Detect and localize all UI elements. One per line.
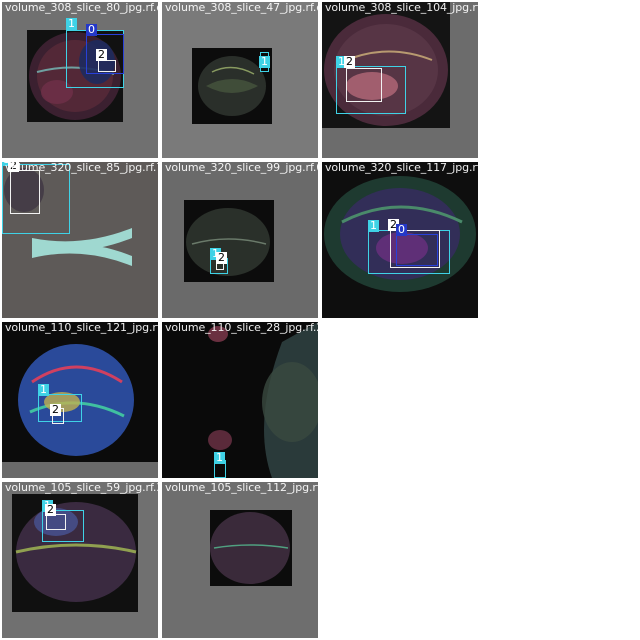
mri-image bbox=[210, 510, 292, 586]
bbox-label: 1 bbox=[368, 219, 379, 232]
mri-image bbox=[12, 494, 138, 612]
image-caption: volume_320_slice_117_jpg.rf.c84df925f8e0… bbox=[325, 162, 478, 174]
mri-image bbox=[184, 200, 274, 282]
bbox-label: 1 bbox=[214, 451, 225, 464]
bbox-label: 1 bbox=[38, 383, 49, 396]
thumbnail-tile[interactable]: 1 2 volume_320_slice_99_jpg.rf.03a4f6479… bbox=[162, 162, 318, 318]
bbox-2 bbox=[10, 170, 40, 214]
mri-image bbox=[192, 48, 272, 124]
image-caption: volume_308_slice_104_jpg.rf.38b5b601c0da bbox=[325, 2, 478, 14]
bbox-0 bbox=[396, 234, 438, 266]
bbox-label: 1 bbox=[259, 55, 270, 68]
bbox-label: 2 bbox=[344, 55, 355, 68]
image-caption: volume_105_slice_59_jpg.rf.3aff683b7490 bbox=[5, 482, 158, 494]
mri-image bbox=[208, 322, 318, 478]
image-caption: volume_320_slice_99_jpg.rf.03a4f64795980 bbox=[165, 162, 318, 174]
thumbnail-tile[interactable]: 1 volume_308_slice_47_jpg.rf.c0d4a2925a9… bbox=[162, 2, 318, 158]
bbox-label: 2 bbox=[96, 48, 107, 61]
thumbnail-tile[interactable]: 1 2 volume_110_slice_121_jpg.rf.04904743… bbox=[2, 322, 158, 478]
bbox-label: 1 bbox=[66, 17, 77, 30]
bbox-2 bbox=[98, 60, 116, 72]
bbox-label: 2 bbox=[216, 251, 227, 264]
image-caption: volume_110_slice_121_jpg.rf.04904743a809 bbox=[5, 322, 158, 334]
bbox-label: 0 bbox=[86, 23, 97, 36]
bbox-label: 2 bbox=[50, 403, 61, 416]
thumbnail-tile[interactable]: 1 2 volume_105_slice_59_jpg.rf.3aff683b7… bbox=[2, 482, 158, 638]
bbox-2 bbox=[346, 68, 382, 102]
image-caption: volume_105_slice_112_jpg.rf.ce913e53e60a bbox=[165, 482, 318, 494]
image-caption: volume_110_slice_28_jpg.rf.2a99892628f16… bbox=[165, 322, 318, 334]
thumbnail-tile[interactable]: 1 volume_110_slice_28_jpg.rf.2a99892628f… bbox=[162, 322, 318, 478]
thumbnail-tile[interactable]: 1 2 volume_308_slice_104_jpg.rf.38b5b601… bbox=[322, 2, 478, 158]
thumbnail-tile[interactable]: 1 0 2 volume_308_slice_80_jpg.rf.c0d9bb5… bbox=[2, 2, 158, 158]
thumbnail-tile[interactable]: 1 2 0 volume_320_slice_117_jpg.rf.c84df9… bbox=[322, 162, 478, 318]
bbox-2 bbox=[46, 514, 66, 530]
thumbnail-tile[interactable]: volume_105_slice_112_jpg.rf.ce913e53e60a bbox=[162, 482, 318, 638]
thumbnail-tile[interactable]: 1 2 volume_320_slice_85_jpg.rf.78692e290… bbox=[2, 162, 158, 318]
image-caption: volume_320_slice_85_jpg.rf.78692e290574 bbox=[5, 162, 158, 174]
bbox-label: 2 bbox=[45, 503, 56, 516]
image-caption: volume_308_slice_80_jpg.rf.c0d9bb5081520 bbox=[5, 2, 158, 14]
image-caption: volume_308_slice_47_jpg.rf.c0d4a2925a9e0 bbox=[165, 2, 318, 14]
bbox-label: 0 bbox=[396, 223, 407, 236]
